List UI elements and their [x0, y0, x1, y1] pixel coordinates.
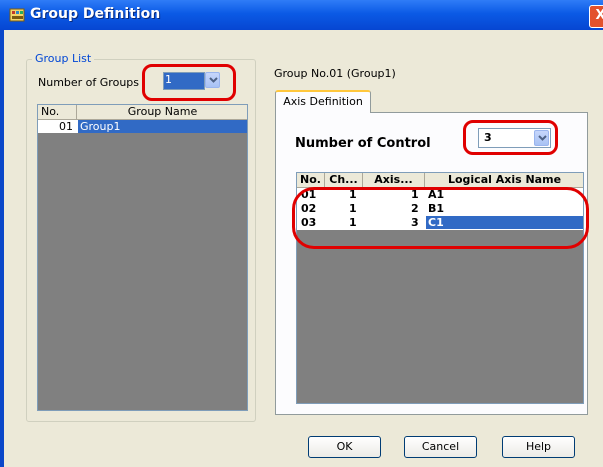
window-title: Group Definition [30, 6, 161, 22]
number-of-control-label: Number of Control [295, 136, 431, 151]
group-list-table[interactable]: No. Group Name 01 Group1 [37, 104, 248, 411]
column-header-no[interactable]: No. [297, 173, 325, 188]
row-no: 01 [59, 120, 73, 133]
number-of-groups-label: Number of Groups [38, 76, 140, 89]
group-list-legend: Group List [32, 52, 95, 65]
highlight-ring [463, 120, 558, 155]
tab-axis-definition[interactable]: Axis Definition [275, 90, 371, 113]
highlight-ring [142, 64, 236, 101]
column-header-logical-axis-name[interactable]: Logical Axis Name [425, 173, 583, 188]
table-row[interactable]: 01 Group1 [38, 120, 247, 133]
ok-button[interactable]: OK [308, 436, 381, 458]
row-group-name: Group1 [78, 120, 247, 133]
column-header-axis[interactable]: Axis... [363, 173, 425, 188]
app-icon [9, 8, 25, 22]
highlight-ring [292, 187, 589, 249]
column-header-no[interactable]: No. [38, 105, 77, 120]
help-button[interactable]: Help [502, 436, 575, 458]
close-button[interactable]: X [589, 5, 603, 28]
cancel-button[interactable]: Cancel [404, 436, 477, 458]
column-header-ch[interactable]: Ch... [325, 173, 363, 188]
title-bar[interactable]: Group Definition X [0, 0, 603, 30]
column-header-group-name[interactable]: Group Name [77, 105, 247, 120]
